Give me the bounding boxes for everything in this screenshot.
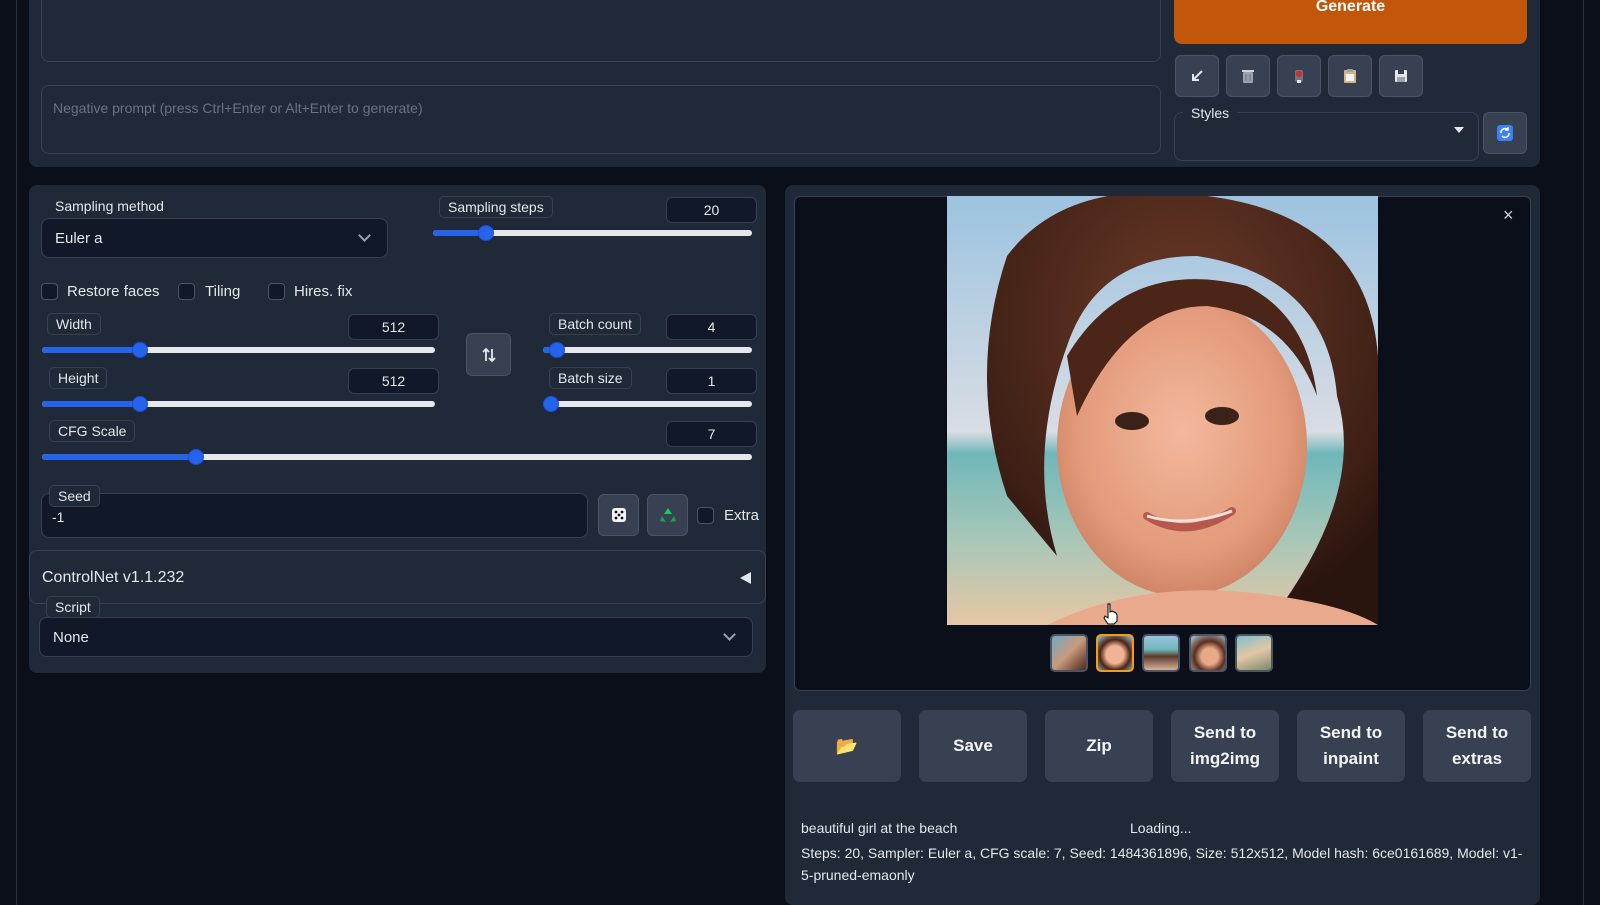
refresh-styles-button[interactable] [1483, 112, 1527, 154]
styles-dropdown[interactable]: Styles [1174, 103, 1479, 161]
dice-icon [611, 508, 626, 522]
script-value: None [53, 629, 89, 646]
sampling-steps-label: Sampling steps [439, 196, 553, 218]
clipboard-icon [1344, 69, 1356, 83]
swap-arrows-icon [481, 347, 496, 362]
show-extra-networks-button[interactable] [1277, 55, 1321, 97]
generate-label: Generate [1315, 0, 1386, 15]
send-to-inpaint-button[interactable]: Send to inpaint [1297, 710, 1405, 782]
generation-prompt-text: beautiful girl at the beach [801, 820, 958, 836]
floppy-disk-icon [1395, 70, 1407, 82]
random-seed-button[interactable] [598, 494, 639, 536]
gallery-thumbnail-selected[interactable] [1096, 634, 1134, 672]
restore-faces-label: Restore faces [67, 283, 160, 300]
swap-dimensions-button[interactable] [466, 333, 511, 376]
extra-seed-label: Extra [724, 507, 760, 524]
styles-label: Styles [1183, 103, 1238, 123]
sampling-steps-slider[interactable] [433, 225, 752, 241]
gallery-thumbnail[interactable] [1235, 634, 1273, 672]
send-to-img2img-label: Send to img2img [1190, 723, 1260, 768]
width-input[interactable]: 512 [348, 314, 439, 340]
sampling-method-label: Sampling method [47, 196, 172, 216]
generate-button[interactable]: Generate [1174, 0, 1527, 44]
batch-count-input[interactable]: 4 [666, 314, 757, 340]
folder-icon: 📂 [835, 736, 859, 756]
seed-label: Seed [49, 485, 100, 507]
hand-cursor-icon [1103, 603, 1118, 625]
seed-field[interactable]: Seed -1 [41, 485, 588, 538]
cfg-scale-input[interactable]: 7 [666, 421, 757, 447]
controlnet-label: ControlNet v1.1.232 [42, 569, 185, 586]
cfg-scale-label: CFG Scale [49, 420, 136, 442]
hires-fix-label: Hires. fix [294, 283, 353, 300]
height-label: Height [49, 367, 108, 389]
send-to-img2img-button[interactable]: Send to img2img [1171, 710, 1279, 782]
save-label: Save [953, 736, 993, 755]
height-input[interactable]: 512 [348, 368, 439, 394]
caret-down-icon [1454, 127, 1464, 133]
arrow-down-left-icon [1192, 70, 1203, 81]
reuse-seed-button[interactable] [647, 494, 688, 536]
gallery-thumbnail[interactable] [1189, 634, 1227, 672]
batch-size-input[interactable]: 1 [666, 368, 757, 394]
script-label: Script [46, 596, 100, 618]
send-to-extras-label: Send to extras [1445, 723, 1509, 768]
zip-label: Zip [1086, 736, 1112, 755]
apply-style-button[interactable] [1328, 55, 1372, 97]
batch-size-slider[interactable] [543, 396, 752, 412]
portrait-image [947, 196, 1378, 625]
open-folder-button[interactable]: 📂 [793, 710, 901, 782]
clear-prompt-button[interactable] [1226, 55, 1270, 97]
save-button[interactable]: Save [919, 710, 1027, 782]
read-params-button[interactable] [1175, 55, 1219, 97]
controlnet-accordion[interactable]: ControlNet v1.1.232 [29, 550, 766, 604]
tiling-label: Tiling [205, 283, 241, 300]
batch-count-slider[interactable] [543, 342, 752, 358]
generation-params-text: Steps: 20, Sampler: Euler a, CFG scale: … [801, 845, 1523, 883]
recycle-icon [659, 508, 676, 522]
sampling-method-select[interactable]: Euler a [41, 218, 388, 258]
prompt-textarea[interactable] [41, 0, 1161, 62]
script-select[interactable]: None [39, 617, 753, 657]
send-to-extras-button[interactable]: Send to extras [1423, 710, 1531, 782]
refresh-icon [1497, 125, 1513, 141]
extra-seed-checkbox[interactable] [697, 507, 714, 524]
zip-button[interactable]: Zip [1045, 710, 1153, 782]
right-edge [1583, 0, 1600, 905]
red-button-icon [1295, 70, 1303, 83]
generated-image[interactable] [947, 196, 1378, 625]
left-edge [0, 0, 17, 905]
tiling-checkbox[interactable] [178, 283, 195, 300]
negative-prompt-placeholder: Negative prompt (press Ctrl+Enter or Alt… [53, 100, 423, 116]
batch-count-label: Batch count [549, 313, 641, 335]
gallery-thumbnail[interactable] [1142, 634, 1180, 672]
chevron-down-icon [358, 229, 371, 242]
cfg-scale-slider[interactable] [42, 449, 752, 465]
restore-faces-checkbox[interactable] [41, 283, 58, 300]
seed-value: -1 [52, 509, 65, 525]
trash-icon [1242, 70, 1254, 83]
caret-left-icon [740, 572, 751, 584]
width-label: Width [47, 313, 101, 335]
hires-fix-checkbox[interactable] [268, 283, 285, 300]
width-slider[interactable] [42, 342, 435, 358]
height-slider[interactable] [42, 396, 435, 412]
send-to-inpaint-label: Send to inpaint [1319, 723, 1383, 768]
batch-size-label: Batch size [549, 367, 632, 389]
loading-status: Loading... [1130, 820, 1192, 836]
chevron-down-icon [723, 628, 736, 641]
sampling-method-value: Euler a [55, 230, 103, 247]
save-style-button[interactable] [1379, 55, 1423, 97]
negative-prompt-textarea[interactable]: Negative prompt (press Ctrl+Enter or Alt… [41, 85, 1161, 154]
sampling-steps-input[interactable]: 20 [666, 197, 757, 223]
close-icon[interactable]: × [1503, 206, 1519, 224]
gallery-thumbnail[interactable] [1050, 634, 1088, 672]
